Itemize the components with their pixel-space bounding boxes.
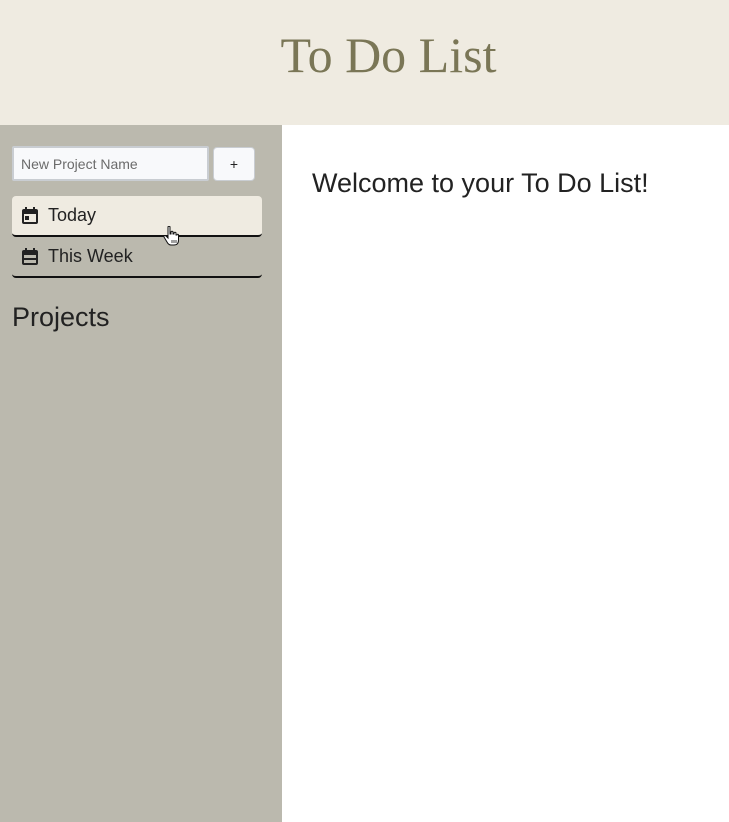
- sidebar-item-label: Today: [48, 205, 97, 225]
- calendar-icon: [22, 206, 38, 224]
- add-project-button[interactable]: +: [213, 147, 255, 181]
- welcome-message: Welcome to your To Do List!: [312, 168, 649, 198]
- sidebar-item-label: This Week: [48, 246, 133, 266]
- page-title: To Do List: [280, 26, 497, 83]
- sidebar-item-today[interactable]: Today: [12, 196, 262, 237]
- projects-heading: Projects: [12, 302, 110, 332]
- sidebar: + Today This Week Projects: [0, 125, 282, 822]
- new-project-name-input[interactable]: [12, 146, 209, 181]
- new-project-form: +: [12, 146, 255, 181]
- main-content: Welcome to your To Do List!: [282, 125, 729, 822]
- app-header: To Do List: [0, 0, 729, 125]
- sidebar-item-this-week[interactable]: This Week: [12, 237, 262, 278]
- calendar-icon: [22, 247, 38, 265]
